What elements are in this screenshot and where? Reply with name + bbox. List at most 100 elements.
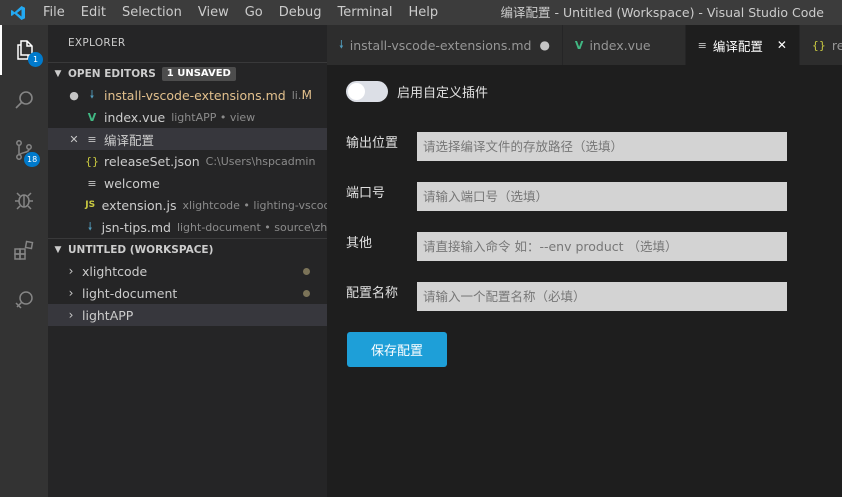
open-editor-desc: lightAPP • view <box>171 110 256 124</box>
folder-name: lightAPP <box>82 307 134 323</box>
markdown-icon: 🠗 <box>87 219 93 233</box>
tab-index-vue[interactable]: V index.vue <box>562 25 686 65</box>
vue-icon: V <box>87 110 97 124</box>
open-editor-name: releaseSet.json <box>104 153 200 169</box>
folder-lightapp[interactable]: › lightAPP <box>48 304 327 326</box>
unsaved-dot-icon[interactable]: ● <box>539 38 549 52</box>
bug-icon <box>15 192 33 210</box>
tab-label: install-vscode-extensions.md <box>349 37 532 53</box>
port-field: 端口号 请输入端口号（选填） <box>346 182 787 211</box>
chevron-right-icon: › <box>68 308 74 322</box>
extensions-icon <box>14 240 34 260</box>
window-title: 编译配置 - Untitled (Workspace) - Visual Stu… <box>500 5 825 20</box>
output-path-field: 输出位置 请选择编译文件的存放路径（选填） <box>346 132 787 161</box>
config-name-field: 配置名称 请输入一个配置名称（必填） <box>346 282 787 311</box>
folder-light-document[interactable]: › light-document <box>48 282 327 304</box>
open-editors-title: OPEN EDITORS <box>68 67 156 80</box>
menu-edit[interactable]: Edit <box>73 0 114 25</box>
lines-icon: ≡ <box>87 176 97 190</box>
open-editor-item[interactable]: JS extension.js xlightcode • lighting-vs… <box>48 194 327 216</box>
field-label: 其他 <box>346 236 373 251</box>
custom-plugin-switch[interactable] <box>346 81 388 102</box>
menu-help[interactable]: Help <box>400 0 446 25</box>
activity-explorer[interactable]: 1 <box>0 25 48 75</box>
modified-dot-icon <box>303 267 310 275</box>
activity-source-control[interactable]: 18 <box>0 125 48 175</box>
activity-bar: 1 18 <box>0 25 48 497</box>
menu-go[interactable]: Go <box>237 0 271 25</box>
close-icon[interactable]: ✕ <box>64 133 84 146</box>
other-command-field: 其他 请直接输入命令 如：--env product （选填） <box>346 232 787 261</box>
field-label: 端口号 <box>346 186 386 201</box>
unsaved-badge: 1 UNSAVED <box>161 66 236 81</box>
chat-icon <box>15 291 33 309</box>
open-editor-desc: light-document • source\zh... <box>176 220 327 234</box>
workspace-header[interactable]: ▼ UNTITLED (WORKSPACE) <box>48 238 327 260</box>
open-editor-desc: xlightcode • lighting-vscode <box>182 198 327 212</box>
save-config-button[interactable]: 保存配置 <box>347 332 447 367</box>
config-webview: 启用自定义插件 输出位置 请选择编译文件的存放路径（选填） 端口号 请输入端口号… <box>327 65 842 497</box>
open-editors-header[interactable]: ▼ OPEN EDITORS 1 UNSAVED <box>48 62 327 84</box>
markdown-icon: 🠗 <box>89 87 95 101</box>
custom-plugin-toggle-row: 启用自定义插件 <box>346 81 488 102</box>
field-label: 配置名称 <box>346 286 399 301</box>
editor-tabs: 🠗 install-vscode-extensions.md ● V index… <box>327 25 842 65</box>
json-icon: {} <box>85 154 99 168</box>
menu-selection[interactable]: Selection <box>114 0 190 25</box>
activity-search[interactable] <box>0 75 48 125</box>
tab-label: 编译配置 <box>712 38 763 54</box>
activity-extensions[interactable] <box>0 225 48 275</box>
toggle-label: 启用自定义插件 <box>397 86 489 101</box>
folder-name: light-document <box>82 285 178 301</box>
chevron-right-icon: › <box>68 286 74 300</box>
menu-bar: File Edit Selection View Go Debug Termin… <box>35 0 446 25</box>
open-editor-item[interactable]: V index.vue lightAPP • view <box>48 106 327 128</box>
open-editor-item[interactable]: ● 🠗 install-vscode-extensions.md li... M <box>48 84 327 106</box>
other-command-input[interactable]: 请直接输入命令 如：--env product （选填） <box>417 232 787 261</box>
close-icon[interactable]: ✕ <box>777 38 787 52</box>
tab-compile-config[interactable]: ≡ 编译配置 ✕ <box>685 25 800 65</box>
open-editor-name: index.vue <box>104 109 166 125</box>
open-editor-item[interactable]: 🠗 jsn-tips.md light-document • source\zh… <box>48 216 327 238</box>
chevron-down-icon: ▼ <box>54 244 62 255</box>
activity-live-share[interactable] <box>0 275 48 325</box>
activity-debug[interactable] <box>0 175 48 225</box>
explorer-sidebar: EXPLORER ▼ OPEN EDITORS 1 UNSAVED ● 🠗 in… <box>48 25 327 497</box>
config-name-input[interactable]: 请输入一个配置名称（必填） <box>417 282 787 311</box>
menu-view[interactable]: View <box>190 0 237 25</box>
modified-flag: M <box>301 88 312 102</box>
open-editor-name: extension.js <box>101 197 177 213</box>
switch-knob <box>348 83 365 100</box>
workspace-title: UNTITLED (WORKSPACE) <box>68 243 214 256</box>
menu-terminal[interactable]: Terminal <box>330 0 401 25</box>
unsaved-dot-icon[interactable]: ● <box>64 89 84 102</box>
menu-debug[interactable]: Debug <box>271 0 330 25</box>
folder-name: xlightcode <box>82 263 148 279</box>
js-icon: JS <box>85 200 96 210</box>
open-editor-name: 编译配置 <box>104 132 155 148</box>
tab-release-set[interactable]: {} rele <box>799 25 842 65</box>
tab-label: index.vue <box>589 37 651 53</box>
tab-label: rele <box>831 37 842 53</box>
open-editor-name: install-vscode-extensions.md <box>104 87 286 103</box>
open-editor-name: welcome <box>104 175 160 191</box>
title-bar: File Edit Selection View Go Debug Termin… <box>0 0 842 25</box>
open-editor-name: jsn-tips.md <box>101 219 171 235</box>
explorer-badge: 1 <box>28 52 43 67</box>
output-path-input[interactable]: 请选择编译文件的存放路径（选填） <box>417 132 787 161</box>
port-input[interactable]: 请输入端口号（选填） <box>417 182 787 211</box>
scm-badge: 18 <box>24 152 41 167</box>
chevron-right-icon: › <box>68 264 74 278</box>
open-editor-item[interactable]: ✕ ≡ 编译配置 <box>48 128 327 150</box>
lines-icon: ≡ <box>697 38 707 52</box>
menu-file[interactable]: File <box>35 0 73 25</box>
open-editor-item[interactable]: {} releaseSet.json C:\Users\hspcadmin <box>48 150 327 172</box>
folder-xlightcode[interactable]: › xlightcode <box>48 260 327 282</box>
chevron-down-icon: ▼ <box>54 68 62 79</box>
vscode-logo-icon <box>0 0 35 25</box>
vue-icon: V <box>574 38 584 52</box>
sidebar-title: EXPLORER <box>68 37 126 49</box>
modified-dot-icon <box>303 289 310 297</box>
open-editor-item[interactable]: ≡ welcome <box>48 172 327 194</box>
tab-install-vscode-extensions[interactable]: 🠗 install-vscode-extensions.md ● <box>327 25 563 65</box>
